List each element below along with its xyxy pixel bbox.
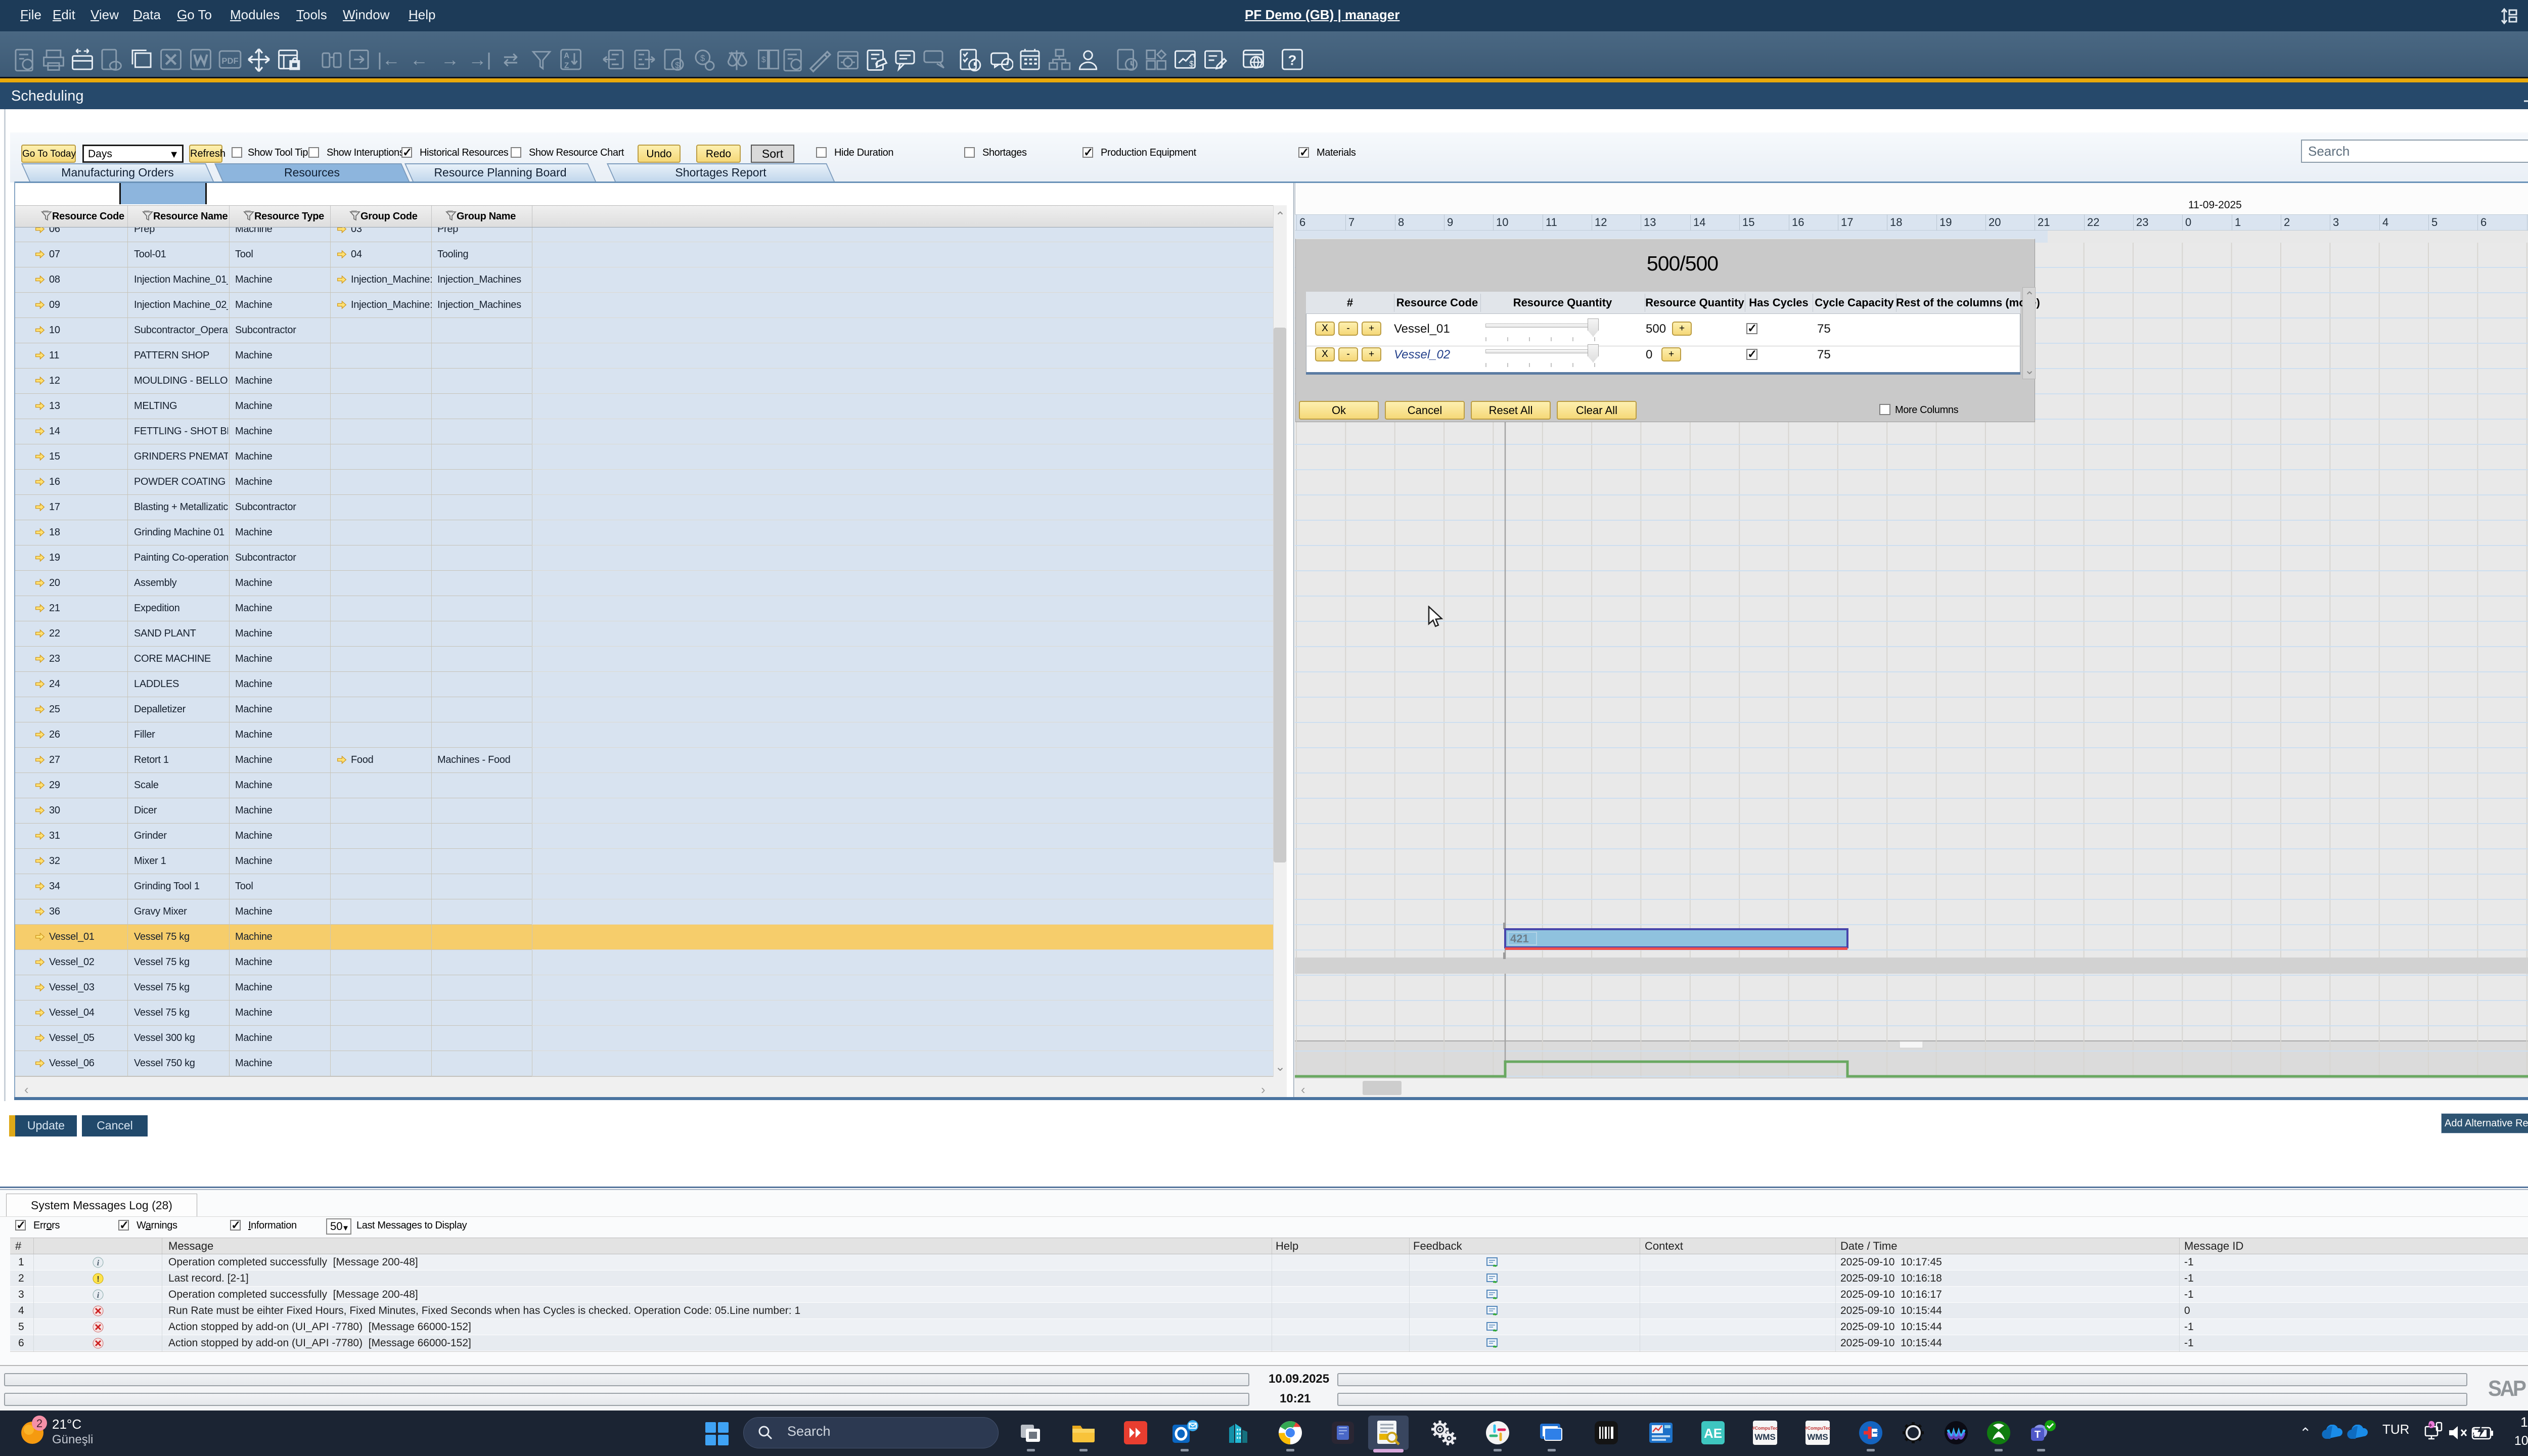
- svg-text:i: i: [97, 1291, 100, 1300]
- svg-text:WMS: WMS: [1754, 1432, 1776, 1442]
- svg-text:?: ?: [1288, 53, 1297, 68]
- svg-text:!: !: [97, 1275, 99, 1284]
- svg-text:|←: |←: [377, 49, 400, 70]
- svg-text:$: $: [761, 56, 766, 64]
- svg-text:⇄: ⇄: [503, 49, 518, 70]
- svg-text:#CompuTec: #CompuTec: [1752, 1426, 1778, 1431]
- svg-text:$: $: [675, 60, 680, 70]
- svg-text:→|: →|: [468, 49, 491, 70]
- svg-text:AE: AE: [1704, 1426, 1722, 1441]
- svg-text:2: 2: [36, 1417, 42, 1430]
- svg-text:T: T: [2035, 1429, 2041, 1440]
- svg-text:WMS: WMS: [1807, 1432, 1828, 1442]
- svg-text:i: i: [97, 1259, 100, 1267]
- svg-text:←: ←: [410, 49, 428, 70]
- svg-text:$: $: [1189, 60, 1194, 69]
- svg-text:#CompuTec: #CompuTec: [1805, 1426, 1831, 1431]
- svg-text:$: $: [700, 53, 705, 63]
- svg-text:PDF: PDF: [221, 56, 238, 66]
- svg-text:421: 421: [1510, 932, 1529, 945]
- svg-text:→: →: [441, 49, 459, 70]
- svg-text:A: A: [564, 52, 569, 60]
- svg-text:Z: Z: [564, 61, 569, 70]
